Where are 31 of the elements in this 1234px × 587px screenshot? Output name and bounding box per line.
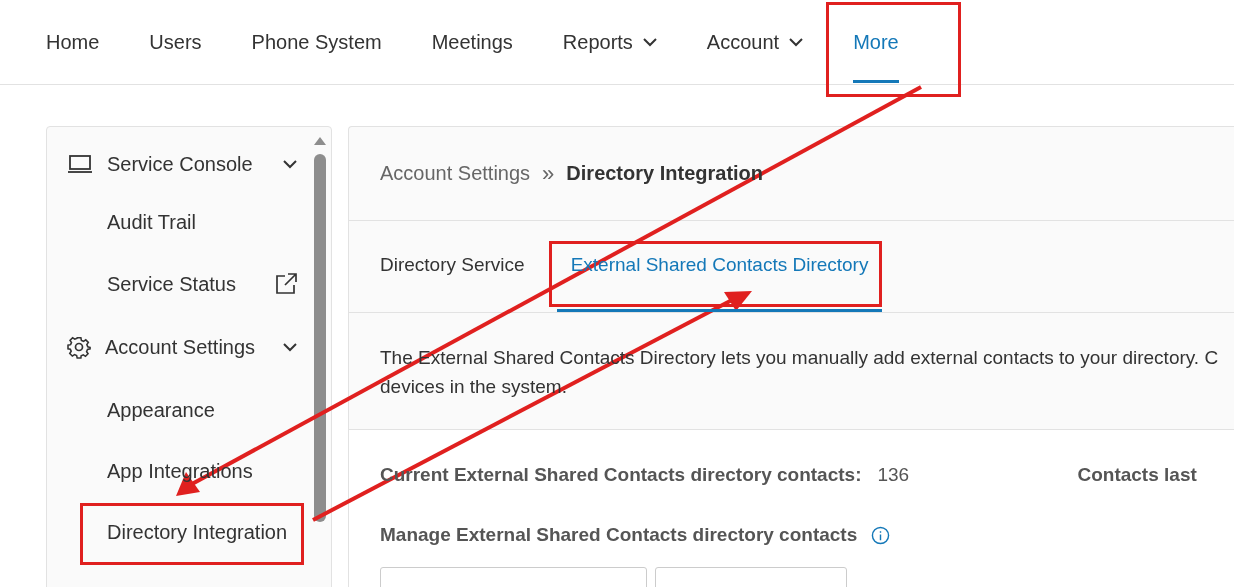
sidebar-item[interactable]: Directory Integration	[67, 501, 297, 563]
description-text: devices in the system.	[380, 375, 567, 399]
nav-tab[interactable]: Users	[149, 0, 202, 84]
sidebar-item[interactable]: Account Settings	[67, 315, 297, 379]
chevron-down-icon	[642, 37, 657, 47]
scroll-up-arrow-icon[interactable]	[314, 137, 326, 145]
sidebar-item[interactable]: Service Console	[67, 137, 297, 191]
chevron-down-icon	[283, 159, 297, 169]
info-icon[interactable]	[871, 525, 891, 545]
sidebar-item[interactable]: Service Status	[67, 253, 297, 315]
tab[interactable]: Directory Service	[366, 221, 539, 312]
settings-icon	[67, 335, 91, 359]
breadcrumb-separator: »	[542, 160, 555, 187]
nav-tab[interactable]: Reports	[562, 0, 657, 84]
breadcrumb-link[interactable]: Account Settings	[380, 162, 531, 185]
scrollbar-thumb[interactable]	[314, 154, 326, 522]
sidebar-item[interactable]: Audit Trail	[67, 191, 297, 253]
nav-tab[interactable]: More	[853, 0, 899, 84]
nav-tab[interactable]: Meetings	[431, 0, 513, 84]
laptop-icon	[67, 154, 93, 174]
nav-tab[interactable]: Phone System	[251, 0, 382, 84]
breadcrumb-current: Directory Integration	[566, 162, 764, 185]
nav-tab[interactable]: Account	[706, 0, 804, 84]
stat-value: 136	[877, 464, 911, 486]
stat-label: Contacts last	[1077, 464, 1197, 486]
chevron-down-icon	[283, 342, 297, 352]
external-link-icon	[275, 273, 297, 295]
section-label: Manage External Shared Contacts directory contacts	[380, 524, 858, 546]
chevron-down-icon	[789, 37, 804, 47]
sidebar-item[interactable]: Appearance	[67, 379, 297, 441]
nav-tab[interactable]: Home	[46, 0, 100, 84]
